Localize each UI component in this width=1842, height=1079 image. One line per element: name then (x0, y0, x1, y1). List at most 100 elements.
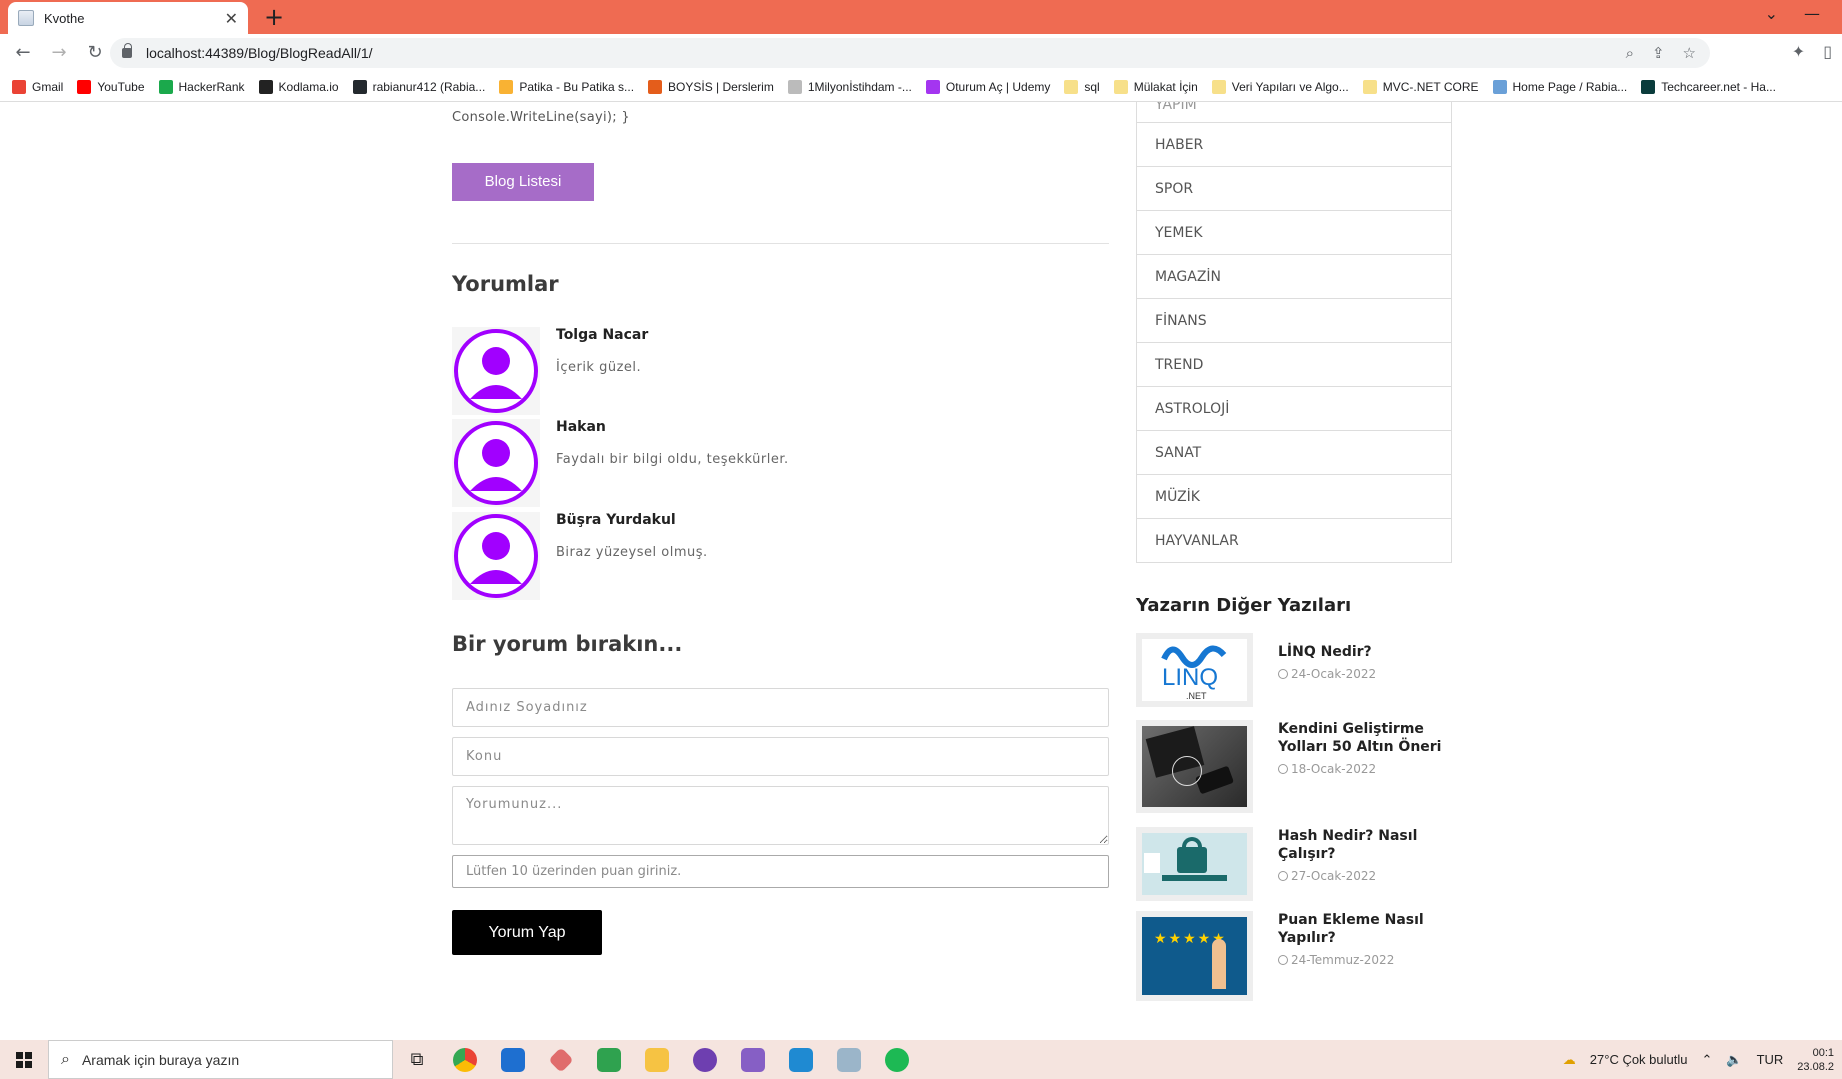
bookmark-item[interactable]: Patika - Bu Patika s... (499, 79, 635, 94)
chrome-app-icon[interactable] (441, 1040, 489, 1079)
visual-studio-icon[interactable] (729, 1040, 777, 1079)
category-item-spor[interactable]: SPOR (1137, 166, 1451, 210)
language-indicator[interactable]: TUR (1757, 1052, 1784, 1067)
github-desktop-icon[interactable] (681, 1040, 729, 1079)
browser-tab-strip: Kvothe ✕ + ⌄ — (0, 0, 1842, 34)
sql-server-icon[interactable] (825, 1040, 873, 1079)
bookmark-label: Veri Yapıları ve Algo... (1231, 79, 1349, 94)
bookmark-item[interactable]: Gmail (12, 79, 63, 94)
spotify-icon[interactable] (873, 1040, 921, 1079)
clock-date: 23.08.2 (1797, 1060, 1834, 1073)
submit-comment-button[interactable]: Yorum Yap (452, 910, 602, 955)
bookmark-item[interactable]: sql (1064, 79, 1100, 94)
vscode-icon[interactable] (777, 1040, 825, 1079)
mail-app-icon[interactable] (489, 1040, 537, 1079)
category-item-hayvanlar[interactable]: HAYVANLAR (1137, 518, 1451, 562)
blog-list-button[interactable]: Blog Listesi (452, 163, 594, 201)
bookmark-label: Mülakat İçin (1133, 79, 1198, 94)
leave-comment-heading: Bir yorum bırakın... (452, 632, 683, 656)
clock[interactable]: 00:1 23.08.2 (1797, 1046, 1834, 1074)
weather-icon[interactable]: ☁ (1563, 1052, 1576, 1068)
close-tab-icon[interactable]: ✕ (225, 9, 238, 28)
category-item-finans[interactable]: FİNANS (1137, 298, 1451, 342)
post-title[interactable]: LİNQ Nedir? (1278, 643, 1443, 661)
extensions-puzzle-icon[interactable]: ✦ (1792, 42, 1805, 61)
back-arrow-icon[interactable]: ← (8, 38, 38, 68)
task-view-icon[interactable]: ⧉ (393, 1040, 441, 1079)
clock-icon (1278, 871, 1288, 881)
comment-item: Tolga Nacar İçerik güzel. (452, 327, 1072, 415)
post-title[interactable]: Puan Ekleme Nasıl Yapılır? (1278, 911, 1443, 947)
bookmark-star-icon[interactable]: ☆ (1683, 44, 1696, 62)
post-thumbnail[interactable]: LINQ .NET (1136, 633, 1253, 707)
comment-author: Büşra Yurdakul (556, 512, 676, 528)
post-thumbnail[interactable] (1136, 827, 1253, 901)
tray-chevron-icon[interactable]: ⌃ (1701, 1052, 1712, 1068)
post-date: 27-Ocak-2022 (1278, 869, 1376, 883)
category-item-haber[interactable]: HABER (1137, 122, 1451, 166)
bookmark-favicon-icon (1211, 79, 1226, 94)
bookmark-label: 1Milyonİstihdam -... (807, 79, 912, 94)
bookmark-item[interactable]: MVC-.NET CORE (1362, 79, 1479, 94)
bookmark-item[interactable]: Mülakat İçin (1113, 79, 1198, 94)
new-tab-button[interactable]: + (260, 4, 288, 32)
other-post-item[interactable]: Hash Nedir? Nasıl Çalışır? 27-Ocak-2022 (1136, 827, 1456, 917)
clock-time: 00:1 (1812, 1046, 1834, 1059)
bookmark-favicon-icon (1113, 79, 1128, 94)
share-icon[interactable]: ⇪ (1652, 44, 1665, 62)
zoom-icon[interactable]: ⌕ (1626, 44, 1634, 62)
category-item-partial[interactable]: YAPIM (1137, 102, 1451, 122)
category-item-magazin[interactable]: MAGAZİN (1137, 254, 1451, 298)
start-button[interactable] (0, 1040, 48, 1079)
bookmark-item[interactable]: Oturum Aç | Udemy (925, 79, 1050, 94)
side-panel-icon[interactable]: ▯ (1823, 42, 1832, 61)
bookmark-label: Patika - Bu Patika s... (519, 79, 635, 94)
other-post-item[interactable]: ★★★★★ Puan Ekleme Nasıl Yapılır? 24-Temm… (1136, 911, 1456, 1001)
user-avatar-icon (452, 419, 540, 507)
category-item-sanat[interactable]: SANAT (1137, 430, 1451, 474)
name-input[interactable] (452, 688, 1109, 727)
tab-search-chevron-icon[interactable]: ⌄ (1765, 4, 1778, 23)
rating-input[interactable] (452, 855, 1109, 888)
category-list: YAPIM HABER SPOR YEMEK MAGAZİN FİNANS TR… (1136, 102, 1452, 563)
subject-input[interactable] (452, 737, 1109, 776)
category-item-trend[interactable]: TREND (1137, 342, 1451, 386)
bookmark-item[interactable]: BOYSİS | Derslerim (648, 79, 774, 94)
bookmark-item[interactable]: Kodlama.io (258, 79, 339, 94)
category-item-muzik[interactable]: MÜZİK (1137, 474, 1451, 518)
post-title[interactable]: Hash Nedir? Nasıl Çalışır? (1278, 827, 1443, 863)
other-posts-heading: Yazarın Diğer Yazıları (1136, 595, 1352, 616)
category-item-astroloji[interactable]: ASTROLOJİ (1137, 386, 1451, 430)
clock-icon (1278, 764, 1288, 774)
bookmark-item[interactable]: rabianur412 (Rabia... (352, 79, 485, 94)
git-app-icon[interactable] (537, 1040, 585, 1079)
net-logo-text: .NET (1186, 691, 1207, 701)
comment-textarea[interactable] (452, 786, 1109, 845)
category-item-yemek[interactable]: YEMEK (1137, 210, 1451, 254)
browser-tab[interactable]: Kvothe ✕ (8, 2, 248, 34)
snip-tool-icon[interactable] (585, 1040, 633, 1079)
bookmark-favicon-icon (648, 79, 663, 94)
bookmark-item[interactable]: Techcareer.net - Ha... (1641, 79, 1776, 94)
post-title[interactable]: Kendini Geliştirme Yolları 50 Altın Öner… (1278, 720, 1443, 756)
bookmark-item[interactable]: YouTube (77, 79, 145, 94)
address-bar[interactable]: localhost:44389/Blog/BlogReadAll/1/ ⌕ ⇪ … (110, 38, 1710, 68)
bookmark-item[interactable]: Veri Yapıları ve Algo... (1211, 79, 1349, 94)
forward-arrow-icon[interactable]: → (44, 38, 74, 68)
other-post-item[interactable]: LINQ .NET LİNQ Nedir? 24-Ocak-2022 (1136, 633, 1456, 723)
post-thumbnail[interactable]: ★★★★★ (1136, 911, 1253, 1001)
comments-heading: Yorumlar (452, 272, 559, 296)
reload-icon[interactable]: ↻ (80, 38, 110, 68)
taskbar-search-box[interactable]: ⌕ Aramak için buraya yazın (48, 1040, 393, 1079)
speaker-icon[interactable]: 🔈 (1726, 1052, 1742, 1068)
bookmark-item[interactable]: HackerRank (158, 79, 245, 94)
minimize-window-button[interactable]: — (1804, 4, 1820, 23)
weather-text[interactable]: 27°C Çok bulutlu (1590, 1052, 1688, 1067)
bookmark-item[interactable]: Home Page / Rabia... (1492, 79, 1627, 94)
post-date: 24-Ocak-2022 (1278, 667, 1376, 681)
clock-icon (1278, 955, 1288, 965)
other-post-item[interactable]: Kendini Geliştirme Yolları 50 Altın Öner… (1136, 720, 1456, 813)
file-explorer-icon[interactable] (633, 1040, 681, 1079)
bookmark-item[interactable]: 1Milyonİstihdam -... (787, 79, 912, 94)
post-thumbnail[interactable] (1136, 720, 1253, 813)
